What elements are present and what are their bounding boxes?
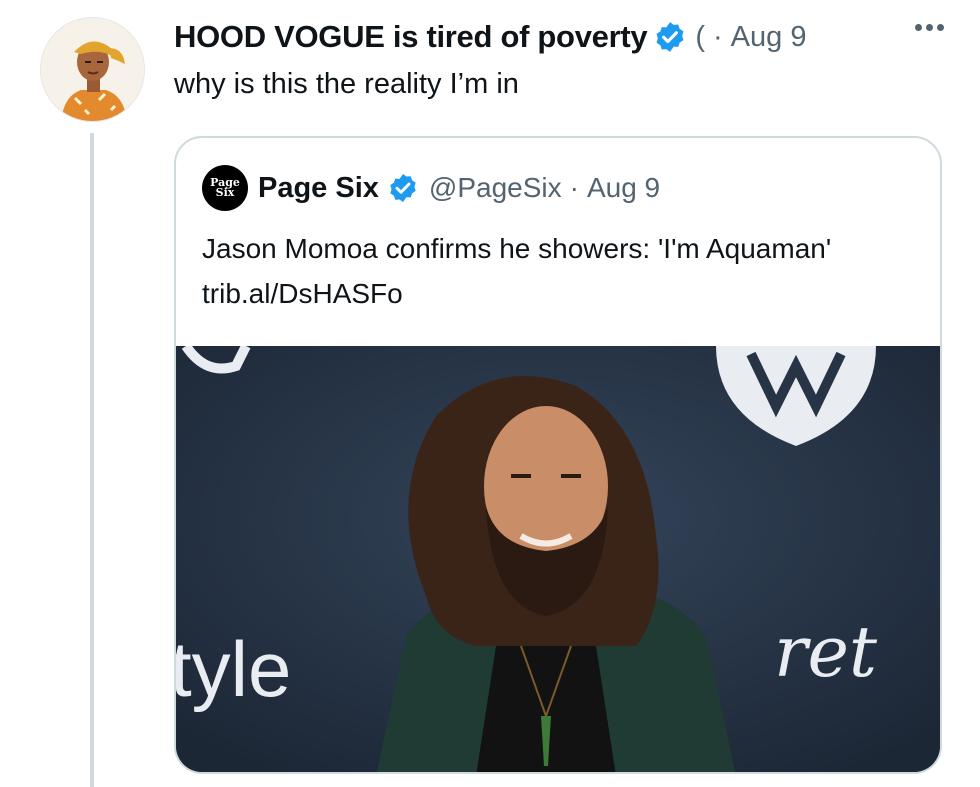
avatar-logo-text-bottom: Six	[215, 186, 235, 199]
quoted-tweet-card[interactable]: Page Six Page Six @PageSix · Aug 9 Jason…	[174, 136, 942, 774]
author-handle[interactable]: (	[695, 21, 705, 54]
quoted-tweet-text: Jason Momoa confirms he showers: 'I'm Aq…	[202, 233, 832, 309]
quoted-tweet-header: Page Six Page Six @PageSix · Aug 9	[202, 162, 660, 214]
red-carpet-photo: tyle ret	[176, 346, 940, 772]
quoted-tweet-photo[interactable]: tyle ret	[176, 346, 940, 772]
more-options-icon[interactable]	[915, 24, 944, 31]
thread-connector-line	[90, 133, 94, 787]
quoted-author-name[interactable]: Page Six	[258, 172, 379, 205]
quoted-tweet-date[interactable]: Aug 9	[587, 172, 660, 204]
quoted-author-avatar[interactable]: Page Six	[202, 165, 248, 211]
backdrop-text-right: ret	[774, 611, 878, 693]
verified-badge-icon[interactable]	[387, 172, 419, 204]
verified-badge-icon[interactable]	[653, 20, 687, 54]
tweet-header: HOOD VOGUE is tired of poverty ( · Aug 9	[174, 14, 806, 60]
backdrop-text-left: tyle	[176, 625, 291, 713]
quoted-author-handle[interactable]: @PageSix	[429, 172, 562, 204]
author-avatar[interactable]	[40, 17, 145, 122]
avatar-illustration	[41, 18, 144, 121]
tweet-date[interactable]: Aug 9	[731, 21, 807, 54]
author-display-name[interactable]: HOOD VOGUE is tired of poverty	[174, 19, 648, 55]
quoted-header-separator: ·	[569, 172, 579, 203]
header-separator: ·	[712, 20, 723, 53]
tweet-text: why is this the reality I’m in	[174, 68, 519, 100]
